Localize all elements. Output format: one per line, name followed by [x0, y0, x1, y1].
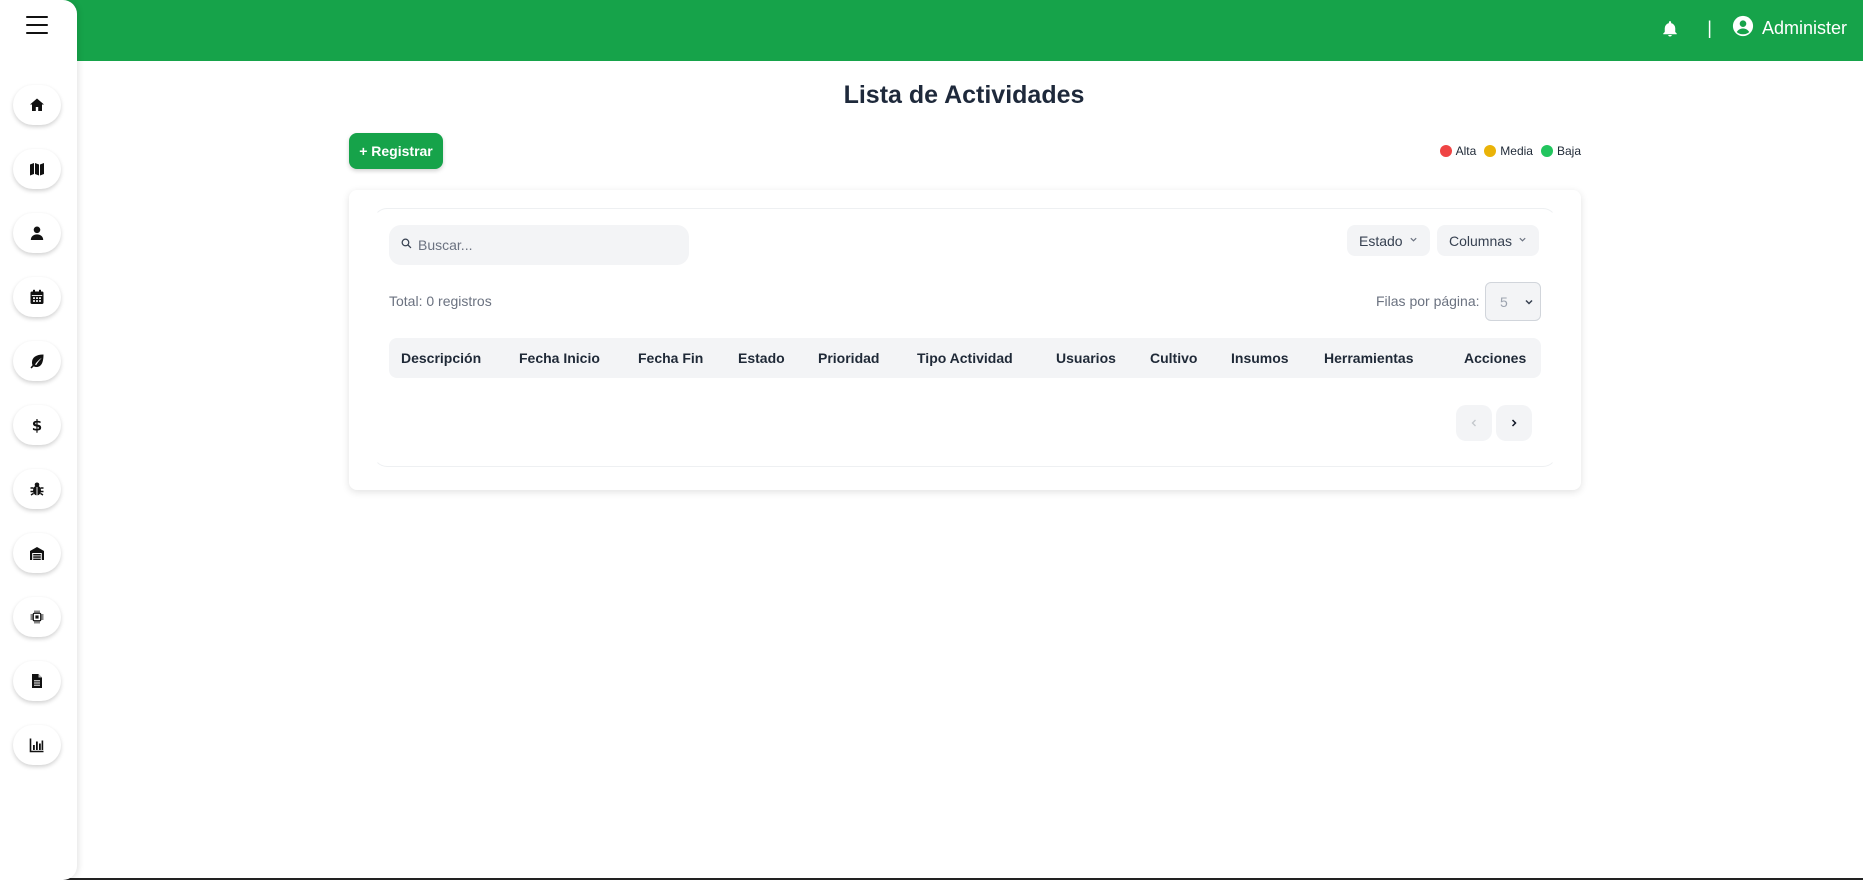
legend-dot [1540, 145, 1553, 157]
activities-card: Estado Columnas Total: 0 registros Filas… [349, 190, 1581, 490]
top-bar: | Administer [0, 0, 1863, 61]
legend-label: Baja [1556, 144, 1581, 158]
home-icon[interactable] [13, 85, 61, 125]
column-header-insumos[interactable]: Insumos [1231, 338, 1289, 378]
column-header-descripcion[interactable]: Descripción [401, 338, 481, 378]
svg-text:$: $ [32, 417, 42, 433]
user-name: Administer [1761, 18, 1847, 38]
user-icon[interactable] [13, 213, 61, 253]
register-button[interactable]: + Registrar [349, 133, 443, 169]
header-separator: | [1707, 18, 1712, 38]
warehouse-icon[interactable] [13, 533, 61, 573]
column-header-cultivo[interactable]: Cultivo [1150, 338, 1197, 378]
chevron-down-icon [1524, 294, 1534, 310]
chevron-left-icon [1471, 419, 1476, 427]
legend-dot [1439, 145, 1452, 157]
estado-filter-dropdown[interactable]: Estado [1347, 225, 1430, 256]
sidebar: $ [0, 0, 77, 880]
chevron-right-icon [1511, 419, 1517, 427]
hamburger-menu-icon[interactable] [26, 16, 48, 34]
rows-per-page-select[interactable]: 5 [1485, 282, 1541, 321]
columnas-dropdown[interactable]: Columnas [1437, 225, 1540, 256]
chart-icon[interactable] [13, 725, 61, 765]
bell-icon[interactable] [1659, 18, 1681, 40]
chevron-down-icon [1409, 235, 1418, 247]
top-bar-actions: | Administer [1659, 0, 1847, 57]
legend-item-baja: Baja [1540, 144, 1581, 158]
pagination-next-button[interactable] [1496, 405, 1532, 441]
chevron-down-icon [1518, 235, 1527, 247]
app-root: | Administer $ Lista de Actividades + Re… [0, 0, 1863, 880]
column-header-fecha-inicio[interactable]: Fecha Inicio [519, 338, 600, 378]
column-header-usuarios[interactable]: Usuarios [1056, 338, 1116, 378]
legend-item-media: Media [1484, 144, 1533, 158]
pagination-prev-button[interactable] [1456, 405, 1492, 441]
legend-label: Alta [1455, 144, 1477, 158]
dollar-icon[interactable]: $ [13, 405, 61, 445]
search-box[interactable] [389, 225, 689, 265]
total-records: Total: 0 registros [389, 293, 492, 309]
column-header-herramientas[interactable]: Herramientas [1324, 338, 1414, 378]
priority-legend: Alta Media Baja [1432, 144, 1581, 158]
columnas-label: Columnas [1449, 232, 1513, 249]
microchip-icon[interactable] [13, 597, 61, 637]
column-header-prioridad[interactable]: Prioridad [818, 338, 879, 378]
legend-item-alta: Alta [1439, 144, 1477, 158]
user-menu[interactable]: Administer [1732, 15, 1847, 42]
estado-filter-label: Estado [1359, 232, 1403, 249]
calendar-icon[interactable] [13, 277, 61, 317]
document-icon[interactable] [13, 661, 61, 701]
leaf-icon[interactable] [13, 341, 61, 381]
search-icon [401, 236, 412, 254]
rows-per-page-value: 5 [1500, 293, 1508, 310]
legend-label: Media [1500, 144, 1533, 158]
user-circle-icon [1732, 15, 1754, 42]
column-header-acciones[interactable]: Acciones [1464, 338, 1526, 378]
rows-per-page-label: Filas por página: [1376, 293, 1480, 309]
page-title: Lista de Actividades [843, 81, 1085, 109]
bug-icon[interactable] [13, 469, 61, 509]
column-header-estado[interactable]: Estado [738, 338, 785, 378]
column-header-fecha-fin[interactable]: Fecha Fin [638, 338, 703, 378]
column-header-tipo-actividad[interactable]: Tipo Actividad [917, 338, 1013, 378]
search-input[interactable] [418, 237, 678, 253]
table-header: Descripción Fecha Inicio Fecha Fin Estad… [389, 338, 1541, 378]
legend-dot [1484, 145, 1497, 157]
map-icon[interactable] [13, 149, 61, 189]
